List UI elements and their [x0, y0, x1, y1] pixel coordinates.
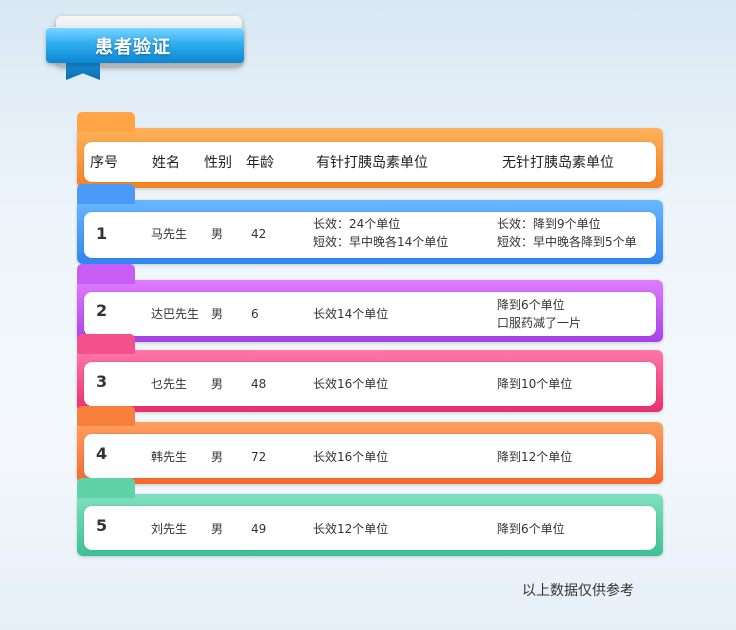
row-with-needle-line1: 长效16个单位 [313, 377, 389, 391]
row-age: 6 [251, 307, 259, 321]
row-inner: 2 达巴先生 男 6 长效14个单位 降到6个单位 口服药减了一片 [84, 292, 656, 336]
row-with-needle-line1: 长效12个单位 [313, 522, 389, 536]
row-inner: 5 刘先生 男 49 长效12个单位 降到6个单位 [84, 506, 656, 550]
header-without-needle: 无针打胰岛素单位 [502, 155, 614, 171]
header-with-needle: 有针打胰岛素单位 [316, 155, 428, 171]
row-name: 韩先生 [151, 450, 188, 464]
row-without-needle-line1: 降到6个单位 [497, 522, 565, 536]
page-title: 患者验证 [95, 37, 171, 58]
header-index: 序号 [90, 155, 118, 171]
row-inner: 3 乜先生 男 48 长效16个单位 降到10个单位 [84, 362, 656, 406]
row-name: 乜先生 [151, 377, 188, 391]
table-row: 2 达巴先生 男 6 长效14个单位 降到6个单位 口服药减了一片 [77, 264, 663, 342]
row-gender: 男 [211, 307, 224, 321]
row-index: 3 [96, 372, 108, 391]
row-gender: 男 [211, 522, 224, 536]
row-age: 72 [251, 450, 267, 464]
row-with-needle-line1: 长效14个单位 [313, 307, 389, 321]
row-tab [77, 264, 135, 284]
row-age: 42 [251, 227, 267, 241]
row-without-needle-line1: 降到10个单位 [497, 377, 573, 391]
row-name: 马先生 [151, 227, 188, 241]
row-without-needle-line1: 降到12个单位 [497, 450, 573, 464]
header-name: 姓名 [152, 155, 180, 171]
row-inner: 1 马先生 男 42 长效：24个单位 短效：早中晚各14个单位 长效：降到9个… [84, 212, 656, 258]
row-index: 1 [96, 224, 108, 243]
row-with-needle-line1: 长效16个单位 [313, 450, 389, 464]
row-without-needle-line2: 口服药减了一片 [497, 316, 582, 330]
row-age: 49 [251, 522, 267, 536]
header-gender: 性别 [204, 155, 232, 171]
row-name: 刘先生 [151, 522, 188, 536]
header-inner: 序号 姓名 性别 年龄 有针打胰岛素单位 无针打胰岛素单位 [84, 142, 656, 182]
row-age: 48 [251, 377, 267, 391]
row-tab [77, 184, 135, 204]
row-index: 4 [96, 444, 108, 463]
row-inner: 4 韩先生 男 72 长效16个单位 降到12个单位 [84, 434, 656, 478]
row-gender: 男 [211, 450, 224, 464]
row-without-needle-line1: 长效：降到9个单位 [497, 217, 601, 231]
row-without-needle-line1: 降到6个单位 [497, 298, 565, 312]
row-name: 达巴先生 [151, 307, 200, 321]
table-row: 3 乜先生 男 48 长效16个单位 降到10个单位 [77, 334, 663, 412]
row-tab [77, 478, 135, 498]
row-tab [77, 334, 135, 354]
row-index: 2 [96, 301, 108, 320]
row-without-needle-line2: 短效：早中晚各降到5个单 [497, 235, 637, 249]
table-row: 1 马先生 男 42 长效：24个单位 短效：早中晚各14个单位 长效：降到9个… [77, 184, 663, 264]
table-row: 4 韩先生 男 72 长效16个单位 降到12个单位 [77, 406, 663, 484]
row-gender: 男 [211, 227, 224, 241]
footer-note: 以上数据仅供参考 [522, 583, 634, 599]
row-tab [77, 406, 135, 426]
table-header: 序号 姓名 性别 年龄 有针打胰岛素单位 无针打胰岛素单位 [77, 112, 663, 188]
row-index: 5 [96, 516, 108, 535]
header-age: 年龄 [246, 155, 274, 171]
table-row: 5 刘先生 男 49 长效12个单位 降到6个单位 [77, 478, 663, 556]
header-tab [77, 112, 135, 132]
row-gender: 男 [211, 377, 224, 391]
row-with-needle-line1: 长效：24个单位 [313, 217, 401, 231]
row-with-needle-line2: 短效：早中晚各14个单位 [313, 235, 449, 249]
